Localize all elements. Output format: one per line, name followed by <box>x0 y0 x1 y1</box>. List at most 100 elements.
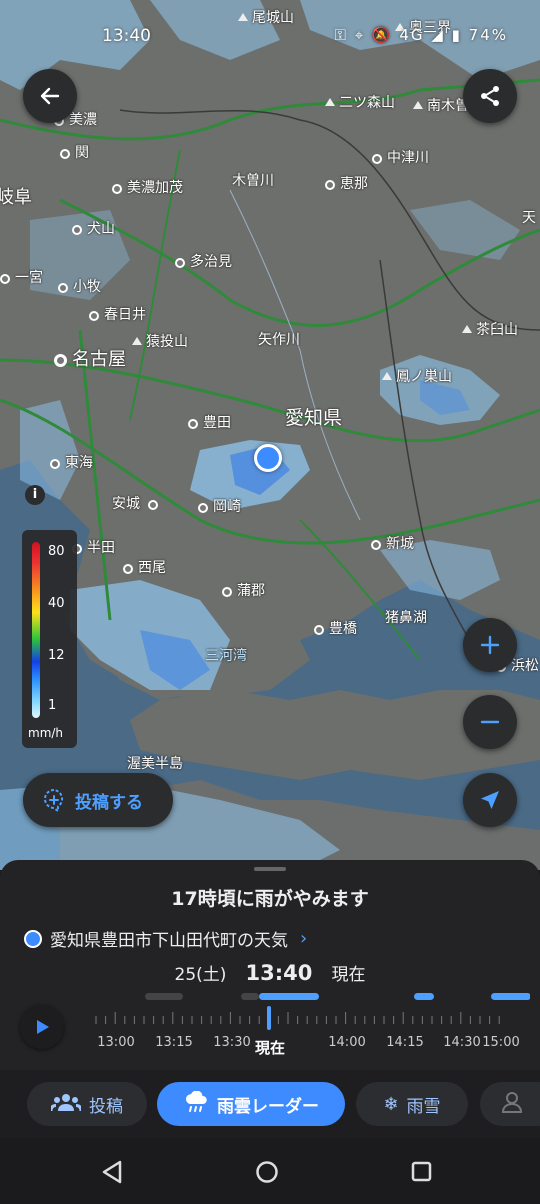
timeline-label: 14:30 <box>443 1035 481 1050</box>
battery-percent: 74% <box>468 26 508 44</box>
legend-value: 80 <box>48 544 65 559</box>
rain-stop-headline: 17時頃に雨がやみます <box>171 888 369 910</box>
navigation-arrow-icon <box>481 791 499 809</box>
post-report-label: 投稿する <box>75 792 143 813</box>
rain-radar-map[interactable]: 尾城山 奥三界 二ツ森山 南木曽岳 美濃 関 中津川 岐阜 美濃加茂 木曽川 恵… <box>0 0 540 870</box>
map-label-peak: 猿投山 <box>132 334 188 350</box>
legend-color-scale <box>32 542 40 718</box>
zoom-in-button[interactable] <box>463 618 517 672</box>
status-bar: 13:40 ⚿ ⌖ 🔕 4G ◢ ▮ 74% <box>0 22 540 52</box>
map-label-river: 矢作川 <box>258 332 300 348</box>
location-link[interactable]: 愛知県豊田市下山田代町の天気 › <box>24 926 307 951</box>
timeline-label: 14:00 <box>328 1035 366 1050</box>
my-location-button[interactable] <box>463 773 517 827</box>
current-location-marker <box>254 444 282 472</box>
map-label-prefecture: 愛知県 <box>285 407 343 429</box>
map-label-city: 安城 <box>112 496 163 512</box>
current-time: 13:40 <box>245 961 313 985</box>
time-slider[interactable]: 13:00 13:15 13:30 現在 14:00 14:15 14:30 1… <box>90 990 530 1060</box>
legend-unit: mm/h <box>28 726 64 740</box>
play-icon <box>37 1020 49 1034</box>
snow-rain-icon: ❄ <box>383 1093 399 1115</box>
person-icon <box>501 1091 523 1118</box>
map-label-city: 名古屋 <box>54 350 126 370</box>
status-time: 13:40 <box>102 26 151 46</box>
timeline-label: 13:00 <box>97 1035 135 1050</box>
timeline-label: 13:30 <box>213 1035 251 1050</box>
current-label: 現在 <box>331 965 366 985</box>
tab-post-label: 投稿 <box>89 1096 123 1117</box>
map-label-city: 豊橋 <box>314 621 357 637</box>
arrow-left-icon <box>40 87 60 105</box>
sheet-drag-handle[interactable] <box>254 867 286 871</box>
add-post-icon <box>44 788 64 813</box>
system-navigation-bar <box>0 1138 540 1200</box>
timeline-now-label: 現在 <box>254 1039 286 1057</box>
timeline-label: 14:15 <box>386 1035 424 1050</box>
tab-more[interactable] <box>480 1082 540 1126</box>
map-label-city: 美濃加茂 <box>112 180 183 196</box>
map-label-peak: 鳳ノ巣山 <box>382 369 452 385</box>
info-icon[interactable]: i <box>25 485 45 505</box>
map-label-city: 関 <box>60 145 89 161</box>
map-base <box>0 0 540 870</box>
timeline-label: 13:15 <box>155 1035 193 1050</box>
timeline-label: 15:00 <box>482 1035 520 1050</box>
map-label-peak: 茶臼山 <box>462 322 518 338</box>
legend-value: 40 <box>48 596 65 611</box>
rain-cloud-icon <box>183 1089 209 1118</box>
map-label-lake: 猪鼻湖 <box>385 610 427 626</box>
tab-rain-snow-label: 雨雪 <box>406 1096 441 1117</box>
map-label-city: 春日井 <box>89 307 146 323</box>
map-label-peak: 二ツ森山 <box>325 95 395 111</box>
map-label-city: 天 <box>522 210 536 226</box>
minus-icon <box>480 720 500 724</box>
map-label-city: 小牧 <box>58 279 101 295</box>
share-button[interactable] <box>463 69 517 123</box>
map-label-city: 恵那 <box>325 176 368 192</box>
chevron-right-icon: › <box>300 928 308 949</box>
share-icon <box>481 86 499 106</box>
post-report-button[interactable]: 投稿する <box>23 773 173 827</box>
tab-rain-radar[interactable]: 雨雲レーダー <box>157 1082 345 1126</box>
map-label-city: 岐阜 <box>0 187 32 208</box>
people-icon <box>49 1092 83 1117</box>
map-label-city: 半田 <box>72 540 115 556</box>
back-nav-icon <box>102 1160 122 1184</box>
map-label-peninsula: 渥美半島 <box>127 756 183 772</box>
tab-rain-snow[interactable]: ❄ 雨雪 <box>356 1082 468 1126</box>
status-icons: ⚿ ⌖ 🔕 4G ◢ ▮ 74% <box>335 26 508 44</box>
map-label-city: 西尾 <box>123 560 166 576</box>
system-nav-icons <box>102 1160 432 1184</box>
location-name: 愛知県豊田市下山田代町の天気 <box>50 931 288 951</box>
map-label-city: 蒲郡 <box>222 583 265 599</box>
legend-value: 1 <box>48 698 57 713</box>
map-label-city: 中津川 <box>372 150 429 166</box>
plus-icon <box>480 635 500 655</box>
tab-rain-radar-label: 雨雲レーダー <box>217 1096 319 1117</box>
tab-post[interactable]: 投稿 <box>27 1082 147 1126</box>
timeline-thumb[interactable] <box>267 1006 271 1030</box>
map-label-city: 多治見 <box>175 254 232 270</box>
current-time-display: 25(土) 13:40 現在 <box>0 960 540 985</box>
zoom-out-button[interactable] <box>463 695 517 749</box>
map-label-city: 犬山 <box>72 221 115 237</box>
bottom-tabs: 投稿 雨雲レーダー ❄ 雨雪 <box>0 1070 540 1138</box>
timeline-track <box>95 993 530 1024</box>
map-label-river: 木曽川 <box>232 173 274 189</box>
map-label-city: 東海 <box>50 455 93 471</box>
status-indicator-icons: ⚿ ⌖ 🔕 4G ◢ ▮ <box>334 26 462 44</box>
map-label-bay: 三河湾 <box>205 648 247 664</box>
precipitation-legend: 80 40 12 1 mm/h <box>22 530 77 748</box>
play-button[interactable] <box>20 1005 64 1049</box>
current-date: 25(土) <box>174 965 227 985</box>
map-label-city: 岡崎 <box>198 499 241 515</box>
recents-nav-icon <box>411 1161 432 1182</box>
back-button[interactable] <box>23 69 77 123</box>
home-nav-icon <box>256 1161 278 1183</box>
map-label-city: 豊田 <box>188 415 231 431</box>
location-dot-icon <box>24 929 42 948</box>
map-label-city: 新城 <box>371 536 414 552</box>
legend-value: 12 <box>48 648 65 663</box>
map-label-city: 一宮 <box>0 270 43 286</box>
